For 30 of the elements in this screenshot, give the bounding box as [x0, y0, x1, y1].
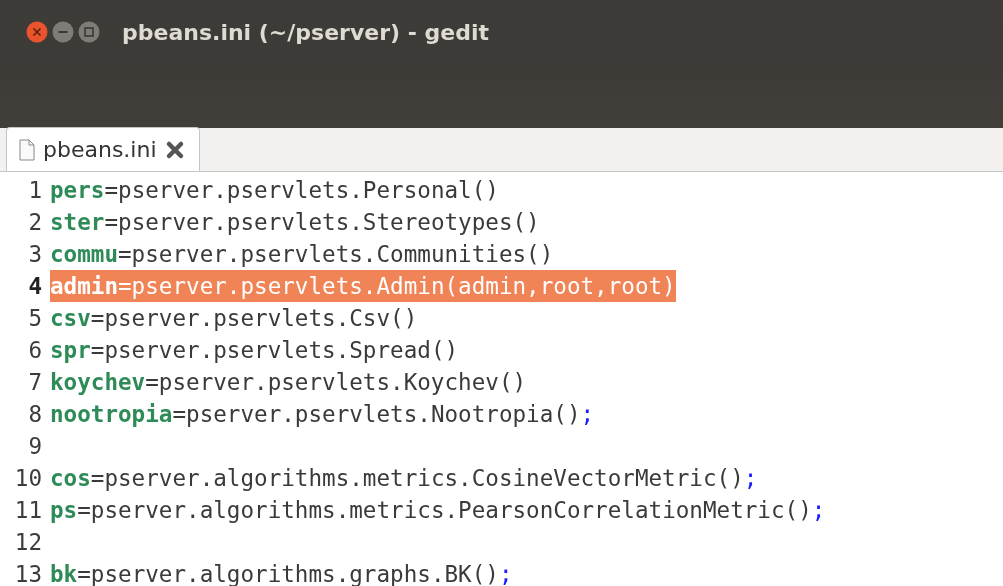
document-icon — [19, 138, 35, 161]
line-number: 7 — [27, 368, 43, 397]
line-number: 3 — [27, 240, 43, 269]
code-line: spr=pserver.pservlets.Spread() — [50, 336, 459, 365]
close-icon[interactable] — [26, 21, 48, 43]
minimize-icon[interactable] — [52, 21, 74, 43]
code-line: pers=pserver.pservlets.Personal() — [50, 176, 499, 205]
file-tab[interactable]: pbeans.ini — [6, 127, 200, 171]
code-line: bk=pserver.algorithms.graphs.BK(); — [50, 560, 513, 586]
line-number: 11 — [13, 496, 43, 525]
close-tab-icon[interactable] — [164, 139, 185, 160]
line-number: 12 — [13, 528, 43, 557]
code-line: nootropia=pserver.pservlets.Nootropia(); — [50, 400, 595, 429]
code-line: commu=pserver.pservlets.Communities() — [50, 240, 554, 269]
code-line: ster=pserver.pservlets.Stereotypes() — [50, 208, 540, 237]
line-number: 5 — [27, 304, 43, 333]
line-number: 9 — [27, 432, 43, 461]
line-number: 4 — [27, 272, 43, 301]
code-line: cos=pserver.algorithms.metrics.CosineVectorMetric(); — [50, 464, 758, 493]
code-line: koychev=pserver.pservlets.Koychev() — [50, 368, 527, 397]
line-number: 2 — [27, 208, 43, 237]
code-line: ps=pserver.algorithms.metrics.PearsonCorrelationMetric(); — [50, 496, 826, 525]
line-number: 1 — [27, 176, 43, 205]
code-line: csv=pserver.pservlets.Csv() — [50, 304, 418, 333]
maximize-icon[interactable] — [78, 21, 100, 43]
line-number: 10 — [13, 464, 43, 493]
line-number: 13 — [13, 560, 43, 586]
line-number: 8 — [27, 400, 43, 429]
window-title: pbeans.ini (~/pserver) - gedit — [122, 18, 489, 47]
line-number: 6 — [27, 336, 43, 365]
